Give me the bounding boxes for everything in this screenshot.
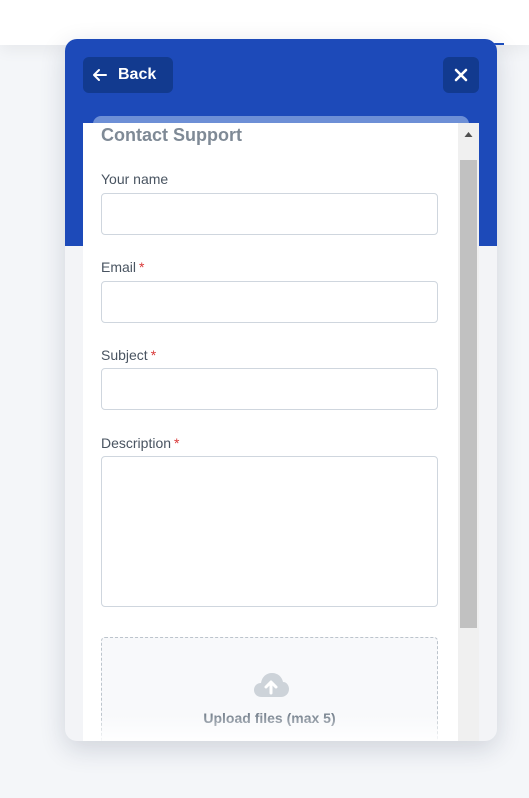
triangle-up-icon — [464, 132, 473, 137]
name-input[interactable] — [101, 193, 438, 235]
form-title: Contact Support — [101, 125, 242, 145]
upload-label: Upload files (max 5) — [203, 710, 336, 726]
back-button-label: Back — [118, 66, 157, 83]
scrollbar[interactable] — [458, 123, 479, 741]
close-button[interactable] — [443, 57, 479, 93]
email-label: Email * — [101, 259, 145, 275]
scrollbar-thumb[interactable] — [460, 160, 477, 628]
email-input[interactable] — [101, 281, 438, 323]
subject-input[interactable] — [101, 368, 438, 410]
required-marker: * — [174, 435, 180, 451]
scroll-up-button[interactable] — [458, 123, 479, 145]
back-button[interactable]: Back — [83, 57, 173, 93]
description-textarea[interactable] — [101, 456, 438, 607]
file-upload-dropzone[interactable]: Upload files (max 5) — [101, 637, 438, 741]
contact-form-panel: Contact Support Your name Email * Subject… — [83, 123, 479, 741]
close-icon — [454, 68, 468, 82]
support-widget: Back Contact Support Your name Email * Su… — [65, 39, 497, 741]
subject-label: Subject * — [101, 347, 157, 363]
required-marker: * — [139, 259, 145, 275]
cloud-upload-icon — [254, 673, 289, 697]
description-label: Description * — [101, 435, 180, 451]
arrow-left-icon — [91, 66, 109, 84]
required-marker: * — [150, 347, 157, 363]
name-label: Your name — [101, 171, 169, 187]
